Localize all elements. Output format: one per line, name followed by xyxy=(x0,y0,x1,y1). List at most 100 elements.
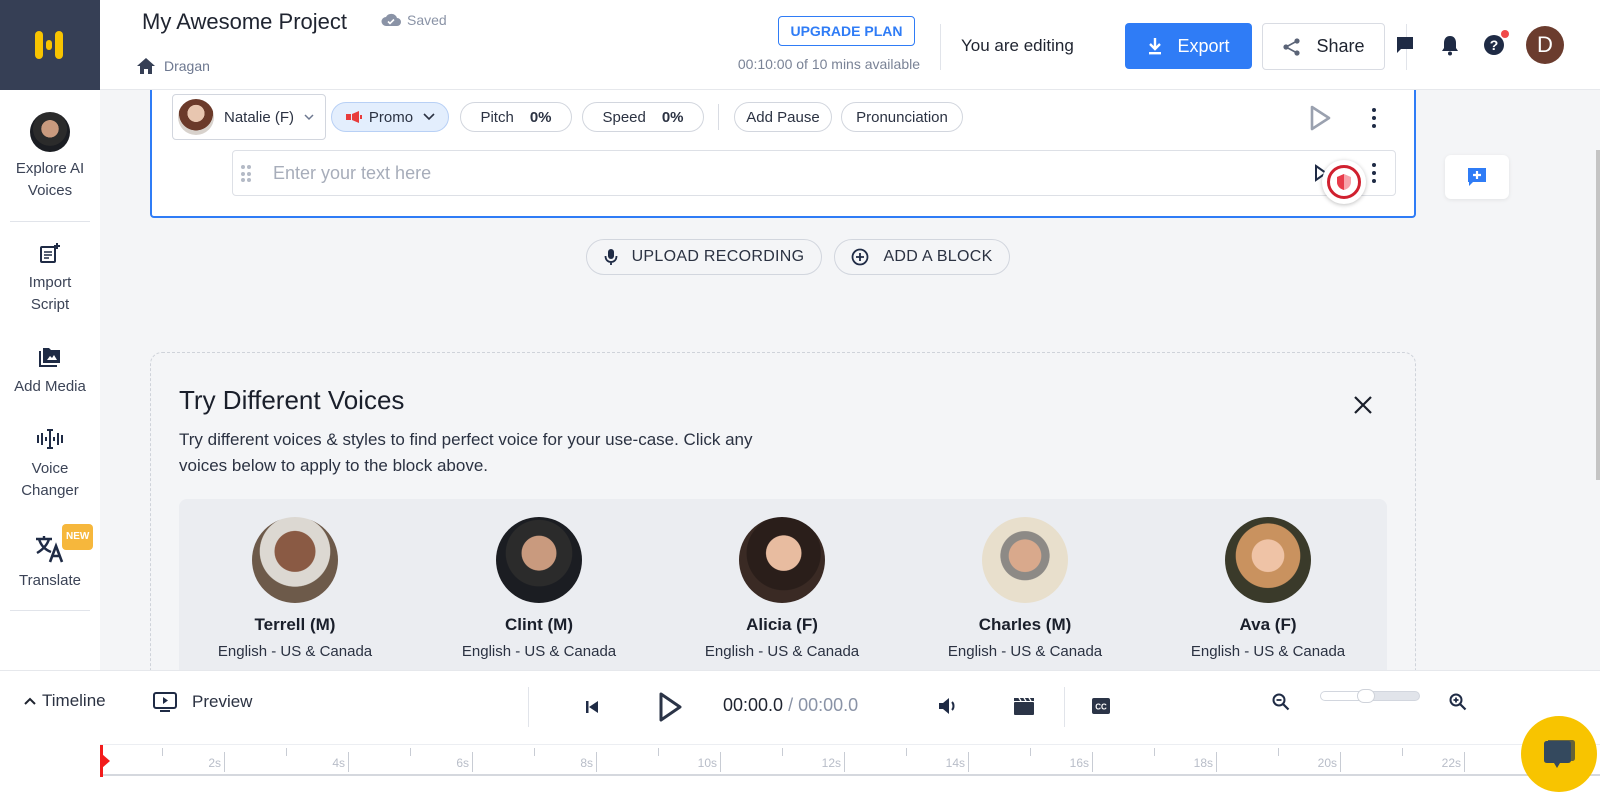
svg-text:CC: CC xyxy=(1095,703,1107,712)
voice-card-alicia[interactable]: Alicia (F) English - US & Canada xyxy=(682,517,882,660)
export-button[interactable]: Export xyxy=(1125,23,1252,69)
sidebar-item-label: Voice Changer xyxy=(21,460,79,499)
comments-button[interactable] xyxy=(1392,32,1418,58)
close-button[interactable] xyxy=(1351,393,1375,417)
ruler-minor-tick xyxy=(534,748,535,756)
timeline-toggle[interactable]: Timeline xyxy=(24,691,106,711)
sidebar-item-label: Translate xyxy=(19,572,81,589)
play-icon xyxy=(1310,105,1331,131)
voice-photo xyxy=(252,517,338,603)
sidebar-item-add-media[interactable]: Add Media xyxy=(0,346,100,398)
notifications-button[interactable] xyxy=(1437,32,1463,58)
sidebar-item-explore-voices[interactable]: Explore AI Voices xyxy=(0,112,100,202)
volume-button[interactable] xyxy=(936,695,960,717)
ruler-major-tick xyxy=(596,752,597,772)
text-input-row: Enter your text here xyxy=(232,150,1396,196)
download-icon xyxy=(1149,38,1162,55)
voice-card-ava[interactable]: Ava (F) English - US & Canada xyxy=(1168,517,1368,660)
ruler-major-tick xyxy=(968,752,969,772)
text-input[interactable]: Enter your text here xyxy=(273,163,431,184)
style-select[interactable]: Promo xyxy=(331,102,449,132)
voice-avatar xyxy=(178,99,214,135)
pronunciation-button[interactable]: Pronunciation xyxy=(841,102,963,132)
vertical-scrollbar[interactable] xyxy=(1596,150,1600,480)
play-button[interactable] xyxy=(654,689,686,725)
voice-card-charles[interactable]: Charles (M) English - US & Canada xyxy=(925,517,1125,660)
voice-card-clint[interactable]: Clint (M) English - US & Canada xyxy=(439,517,639,660)
zoom-in-button[interactable] xyxy=(1447,691,1469,713)
sidebar-item-label: Import Script xyxy=(28,274,72,313)
voice-card-terrell[interactable]: Terrell (M) English - US & Canada xyxy=(195,517,395,660)
speed-control[interactable]: Speed 0% xyxy=(582,102,704,132)
sidebar-item-import-script[interactable]: Import Script xyxy=(0,242,100,316)
speed-value: 0% xyxy=(661,108,684,126)
comment-icon xyxy=(1397,37,1413,53)
chevron-up-icon xyxy=(24,697,36,705)
add-pause-button[interactable]: Add Pause xyxy=(734,102,832,132)
sentence-more-button[interactable] xyxy=(1371,163,1377,183)
plus-circle-icon xyxy=(852,248,869,266)
divider xyxy=(10,221,90,222)
timeline-ruler[interactable]: 2s 4s 6s 8s 10s 12s 14s 16s 18s 20s 22s xyxy=(100,744,1600,777)
share-button[interactable]: Share xyxy=(1262,23,1385,70)
upload-recording-button[interactable]: UPLOAD RECORDING xyxy=(586,239,822,275)
help-button[interactable]: ? xyxy=(1481,30,1509,58)
add-block-button[interactable]: ADD A BLOCK xyxy=(834,239,1010,275)
support-chat-button[interactable] xyxy=(1521,716,1597,792)
upgrade-plan-button[interactable]: UPGRADE PLAN xyxy=(778,16,915,46)
voice-changer-icon xyxy=(37,429,63,449)
voice-photo xyxy=(496,517,582,603)
zoom-out-button[interactable] xyxy=(1270,691,1292,713)
ruler-major-tick xyxy=(472,752,473,772)
volume-icon xyxy=(939,698,955,714)
captions-button[interactable]: CC xyxy=(1090,695,1112,717)
ruler-major-tick xyxy=(348,752,349,772)
ruler-tick-label: 10s xyxy=(697,756,717,770)
shield-extension-badge[interactable] xyxy=(1322,160,1366,204)
scenes-button[interactable] xyxy=(1012,695,1036,717)
ruler-major-tick xyxy=(1464,752,1465,772)
ruler-minor-tick xyxy=(782,748,783,756)
ruler-minor-tick xyxy=(658,748,659,756)
ruler-minor-tick xyxy=(286,748,287,756)
sidebar-item-translate[interactable]: NEW Translate xyxy=(0,524,100,592)
close-icon xyxy=(1354,396,1372,414)
preview-button[interactable]: Preview xyxy=(152,691,252,713)
drag-handle-icon[interactable] xyxy=(241,165,251,183)
try-different-voices-card: Try Different Voices Try different voice… xyxy=(150,352,1416,699)
zoom-out-icon xyxy=(1272,693,1290,711)
skip-back-button[interactable] xyxy=(582,697,602,717)
help-icon: ? xyxy=(1484,35,1504,55)
ruler-minor-tick xyxy=(1154,748,1155,756)
pitch-control[interactable]: Pitch 0% xyxy=(460,102,572,132)
sidebar-item-voice-changer[interactable]: Voice Changer xyxy=(0,428,100,502)
ruler-minor-tick xyxy=(906,748,907,756)
left-sidebar: Explore AI Voices Import Script Add Medi… xyxy=(0,90,100,670)
project-title[interactable]: My Awesome Project xyxy=(142,9,347,35)
user-avatar[interactable]: D xyxy=(1526,26,1564,64)
voice-name: Charles (M) xyxy=(978,615,1072,634)
preview-label: Preview xyxy=(192,692,253,711)
block-play-button[interactable] xyxy=(1306,104,1334,132)
voice-name: Natalie (F) xyxy=(224,108,295,126)
app-logo[interactable] xyxy=(0,0,100,90)
timeline-zoom-slider[interactable] xyxy=(1320,689,1420,703)
breadcrumb[interactable]: Dragan xyxy=(136,57,210,75)
shield-icon xyxy=(1337,174,1351,190)
zoom-slider-knob[interactable] xyxy=(1357,689,1375,703)
zoom-in-icon xyxy=(1449,693,1467,711)
chevron-down-icon xyxy=(423,113,435,121)
add-comment-button[interactable] xyxy=(1445,155,1509,199)
block-more-button[interactable] xyxy=(1371,108,1377,128)
voice-language: English - US & Canada xyxy=(461,643,617,660)
text-block: Natalie (F) Promo Pitch 0% Speed 0% Add … xyxy=(150,90,1416,218)
voice-select[interactable]: Natalie (F) xyxy=(172,94,326,140)
breadcrumb-workspace[interactable]: Dragan xyxy=(164,58,210,74)
playhead[interactable] xyxy=(100,745,110,777)
clapperboard-icon xyxy=(1014,697,1034,715)
editing-status: You are editing xyxy=(961,36,1074,55)
ruler-tick-label: 14s xyxy=(945,756,965,770)
import-script-icon xyxy=(40,243,60,263)
voice-photo xyxy=(982,517,1068,603)
voice-language: English - US & Canada xyxy=(704,643,860,660)
